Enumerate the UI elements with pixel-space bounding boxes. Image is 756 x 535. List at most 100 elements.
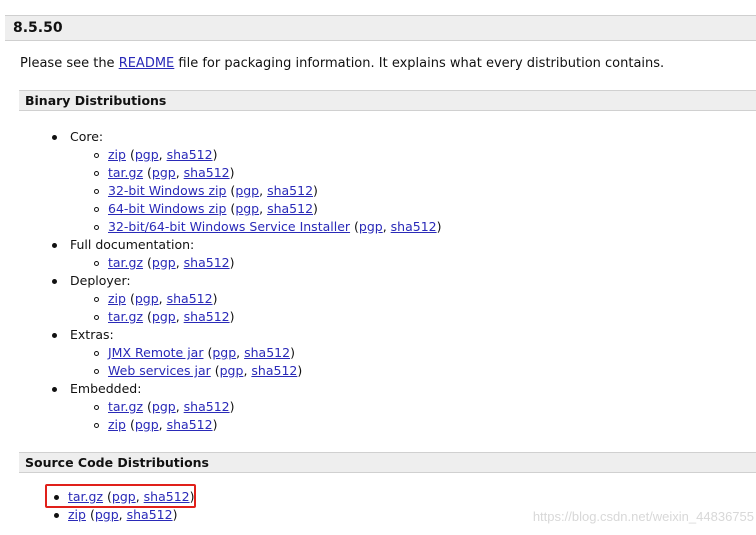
category-label: Full documentation: xyxy=(70,237,195,252)
paren-close: ) xyxy=(212,147,218,162)
separator: , xyxy=(158,417,167,432)
watermark-text: https://blog.csdn.net/weixin_44836755 xyxy=(532,509,754,524)
sha512-link[interactable]: sha512 xyxy=(251,363,297,378)
paren-close: ) xyxy=(436,219,442,234)
separator: , xyxy=(175,309,184,324)
sha512-link[interactable]: sha512 xyxy=(127,507,173,522)
download-links: tar.gz (pgp, sha512) xyxy=(108,164,235,182)
zip-download-link[interactable]: zip xyxy=(108,417,126,432)
readme-link[interactable]: README xyxy=(119,56,175,71)
paren-close: ) xyxy=(229,255,235,270)
download-links: 32-bit/64-bit Windows Service Installer … xyxy=(108,218,442,236)
separator: , xyxy=(158,147,167,162)
circle-marker xyxy=(94,297,99,302)
zip-download-link[interactable]: zip xyxy=(108,291,126,306)
tar-gz-download-link[interactable]: tar.gz xyxy=(108,309,143,324)
category-label: Core: xyxy=(70,129,104,144)
circle-marker xyxy=(94,189,99,194)
pgp-link[interactable]: pgp xyxy=(152,399,176,414)
sha512-link[interactable]: sha512 xyxy=(184,165,230,180)
circle-marker xyxy=(94,153,99,158)
separator: , xyxy=(175,399,184,414)
jmx-remote-jar-download-link[interactable]: JMX Remote jar xyxy=(108,345,203,360)
paren-open: ( xyxy=(125,417,135,432)
pgp-link[interactable]: pgp xyxy=(135,291,159,306)
paren-close: ) xyxy=(229,309,235,324)
pgp-link[interactable]: pgp xyxy=(212,345,236,360)
circle-marker xyxy=(94,225,99,230)
binary-distributions-header: Binary Distributions xyxy=(19,90,756,111)
circle-marker xyxy=(94,207,99,212)
download-links: zip (pgp, sha512) xyxy=(108,146,217,164)
circle-marker xyxy=(94,369,99,374)
circle-marker xyxy=(94,423,99,428)
bullet-marker xyxy=(52,243,57,248)
download-links: 32-bit Windows zip (pgp, sha512) xyxy=(108,182,318,200)
web-services-jar-download-link[interactable]: Web services jar xyxy=(108,363,211,378)
tar-gz-download-link[interactable]: tar.gz xyxy=(108,165,143,180)
paren-open: ( xyxy=(203,345,213,360)
separator: , xyxy=(236,345,245,360)
pgp-link[interactable]: pgp xyxy=(135,417,159,432)
pgp-link[interactable]: pgp xyxy=(135,147,159,162)
source-distributions-title: Source Code Distributions xyxy=(25,455,209,470)
version-header: 8.5.50 xyxy=(5,15,756,41)
download-links: zip (pgp, sha512) xyxy=(68,506,177,524)
paren-open: ( xyxy=(226,201,236,216)
bullet-marker xyxy=(52,279,57,284)
pgp-link[interactable]: pgp xyxy=(152,309,176,324)
bullet-marker xyxy=(54,513,59,518)
pgp-link[interactable]: pgp xyxy=(359,219,383,234)
bullet-marker xyxy=(52,387,57,392)
download-links: Web services jar (pgp, sha512) xyxy=(108,362,302,380)
sha512-link[interactable]: sha512 xyxy=(184,309,230,324)
paren-open: ( xyxy=(210,363,220,378)
separator: , xyxy=(382,219,391,234)
pgp-link[interactable]: pgp xyxy=(95,507,119,522)
category-label: Embedded: xyxy=(70,381,142,396)
separator: , xyxy=(259,201,268,216)
pgp-link[interactable]: pgp xyxy=(235,201,259,216)
sha512-link[interactable]: sha512 xyxy=(391,219,437,234)
download-links: zip (pgp, sha512) xyxy=(108,290,217,308)
category-label: Extras: xyxy=(70,327,114,342)
download-links: 64-bit Windows zip (pgp, sha512) xyxy=(108,200,318,218)
sha512-link[interactable]: sha512 xyxy=(267,183,313,198)
zip-download-link[interactable]: zip xyxy=(108,147,126,162)
sha512-link[interactable]: sha512 xyxy=(167,291,213,306)
pgp-link[interactable]: pgp xyxy=(152,255,176,270)
paren-open: ( xyxy=(226,183,236,198)
sha512-link[interactable]: sha512 xyxy=(184,255,230,270)
circle-marker xyxy=(94,171,99,176)
download-links: tar.gz (pgp, sha512) xyxy=(108,254,235,272)
tar-gz-download-link[interactable]: tar.gz xyxy=(108,399,143,414)
circle-marker xyxy=(94,261,99,266)
sha512-link[interactable]: sha512 xyxy=(267,201,313,216)
intro-before: Please see the xyxy=(20,56,119,71)
bullet-marker xyxy=(52,333,57,338)
paren-close: ) xyxy=(212,291,218,306)
category-label: Deployer: xyxy=(70,273,131,288)
sha512-link[interactable]: sha512 xyxy=(244,345,290,360)
pgp-link[interactable]: pgp xyxy=(152,165,176,180)
paren-open: ( xyxy=(143,255,152,270)
64-bit-windows-zip-download-link[interactable]: 64-bit Windows zip xyxy=(108,201,226,216)
32-bit-windows-zip-download-link[interactable]: 32-bit Windows zip xyxy=(108,183,226,198)
pgp-link[interactable]: pgp xyxy=(220,363,244,378)
download-links: zip (pgp, sha512) xyxy=(108,416,217,434)
sha512-link[interactable]: sha512 xyxy=(167,147,213,162)
zip-download-link[interactable]: zip xyxy=(68,507,86,522)
32-bit-64-bit-windows-service-installer-download-link[interactable]: 32-bit/64-bit Windows Service Installer xyxy=(108,219,350,234)
tar-gz-download-link[interactable]: tar.gz xyxy=(108,255,143,270)
paren-open: ( xyxy=(143,165,152,180)
paren-open: ( xyxy=(125,291,135,306)
pgp-link[interactable]: pgp xyxy=(235,183,259,198)
paren-close: ) xyxy=(313,201,318,216)
sha512-link[interactable]: sha512 xyxy=(167,417,213,432)
circle-marker xyxy=(94,351,99,356)
separator: , xyxy=(175,165,184,180)
separator: , xyxy=(158,291,167,306)
separator: , xyxy=(118,507,127,522)
sha512-link[interactable]: sha512 xyxy=(184,399,230,414)
circle-marker xyxy=(94,405,99,410)
